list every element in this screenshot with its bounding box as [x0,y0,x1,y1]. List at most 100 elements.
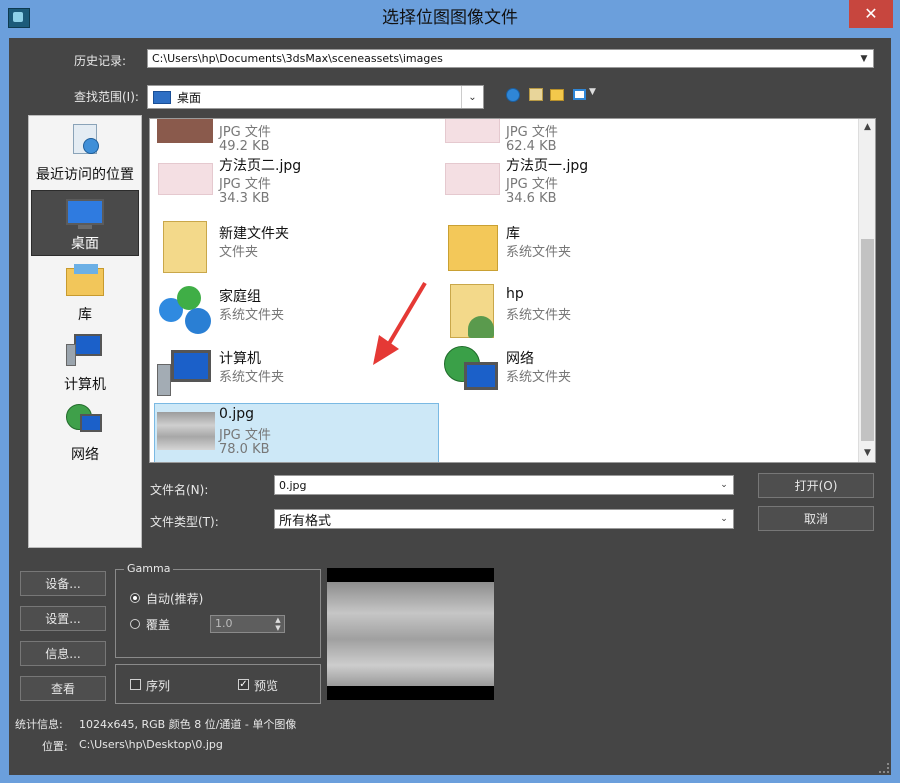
filetype-label: 文件类型(T): [150,515,219,529]
file-name: 方法页一.jpg [506,158,589,174]
options-group: 序列 ✓ 预览 [115,664,321,704]
file-size: 49.2 KB [219,139,270,154]
desktop-small-icon [153,90,171,104]
folder-name: 家庭组 [219,289,261,305]
folder-name: 计算机 [219,351,261,367]
info-button[interactable]: 信息... [20,641,106,666]
dialog-client-area: 历史记录: C:\Users\hp\Documents\3dsMax\scene… [9,38,891,775]
place-label: 计算机 [64,377,106,393]
filename-input[interactable]: 0.jpg ⌄ [274,475,734,495]
place-label: 网络 [71,447,99,463]
filetype-select[interactable]: 所有格式 ⌄ [274,509,734,529]
place-desktop[interactable]: 桌面 [31,190,139,256]
place-label: 桌面 [71,236,99,252]
file-size: 62.4 KB [506,139,557,154]
view-button[interactable]: 查看 [20,676,106,701]
image-thumbnail-icon [445,163,500,195]
dialog-window: 选择位图图像文件 ✕ 历史记录: C:\Users\hp\Documents\3… [0,0,900,783]
location-label: 位置: [42,740,68,753]
file-item[interactable]: 方法页一.jpg JPG 文件 34.6 KB [442,153,727,215]
file-list[interactable]: JPG 文件 49.2 KB JPG 文件 62.4 KB 方法页二.jpg J… [149,118,876,463]
lookin-value-wrap: 桌面 [153,86,201,108]
back-icon[interactable] [506,88,520,102]
history-combo[interactable]: C:\Users\hp\Documents\3dsMax\sceneassets… [147,49,874,68]
file-name: 方法页二.jpg [219,158,302,174]
folder-type: 系统文件夹 [219,308,285,323]
computer-icon [66,334,104,366]
resize-grip-icon[interactable] [879,763,889,773]
preview-image [327,582,494,686]
settings-button[interactable]: 设置... [20,606,106,631]
folder-item[interactable]: 库 系统文件夹 [442,221,727,283]
scroll-thumb[interactable] [861,239,874,441]
places-bar: 最近访问的位置 桌面 库 计算机 网络 [28,115,142,548]
filename-label: 文件名(N): [150,483,209,497]
folder-item[interactable]: 网络 系统文件夹 [442,346,727,408]
sequence-label: 序列 [146,679,171,693]
new-folder-icon[interactable] [550,89,564,101]
image-thumbnail-icon [158,163,213,195]
up-folder-icon[interactable] [529,88,543,101]
folder-type: 系统文件夹 [506,370,572,385]
place-network[interactable]: 网络 [31,400,139,466]
gamma-auto-radio[interactable] [130,593,140,603]
spinner-arrows-icon[interactable]: ▲ ▼ [273,616,283,632]
file-type: JPG 文件 [219,177,271,192]
gamma-override-label: 覆盖 [146,618,171,632]
chevron-down-icon: ⌄ [720,480,728,490]
chevron-down-icon: ⌄ [720,514,728,524]
close-button[interactable]: ✕ [849,0,893,28]
cancel-button[interactable]: 取消 [758,506,874,531]
gamma-override-value: 1.0 [215,617,233,630]
gamma-group: Gamma 自动(推荐) 覆盖 1.0 ▲ ▼ [115,562,321,658]
filetype-value: 所有格式 [279,513,332,529]
lookin-value: 桌面 [177,90,202,105]
file-size: 34.6 KB [506,191,557,206]
library-icon [66,264,104,296]
open-button[interactable]: 打开(O) [758,473,874,498]
gamma-override-spinner[interactable]: 1.0 ▲ ▼ [210,615,285,633]
chevron-down-icon: ⌄ [461,86,483,108]
place-recent[interactable]: 最近访问的位置 [31,120,139,186]
lookin-combo[interactable]: 桌面 ⌄ [147,85,484,109]
gamma-override-radio[interactable] [130,619,140,629]
place-library[interactable]: 库 [31,260,139,326]
sequence-checkbox[interactable] [130,679,141,690]
file-item-selected[interactable]: 0.jpg JPG 文件 78.0 KB [154,403,439,462]
homegroup-icon [159,286,213,336]
image-thumbnail-icon [445,119,500,143]
file-list-scrollbar[interactable]: ▲ ▼ [858,119,875,462]
stats-value: 1024x645, RGB 颜色 8 位/通道 - 单个图像 [79,718,297,731]
folder-icon [163,221,207,273]
view-menu-chevron-icon[interactable]: ▼ [589,87,596,97]
location-value: C:\Users\hp\Desktop\0.jpg [79,738,223,751]
image-thumbnail-icon [157,119,213,143]
scroll-up-icon[interactable]: ▲ [859,119,875,136]
file-size: 34.3 KB [219,191,270,206]
file-type: JPG 文件 [506,177,558,192]
folder-item[interactable]: hp 系统文件夹 [442,284,727,346]
place-computer[interactable]: 计算机 [31,330,139,396]
network-icon [66,404,104,436]
history-value: C:\Users\hp\Documents\3dsMax\sceneassets… [152,52,443,65]
computer-icon [157,350,213,396]
dialog-title: 选择位图图像文件 [382,8,518,28]
lookin-label: 查找范围(I): [74,90,139,104]
user-avatar-icon [468,316,494,338]
place-label: 库 [78,307,92,323]
title-bar: 选择位图图像文件 ✕ [0,0,900,36]
library-icon [448,225,498,271]
file-size: 78.0 KB [219,442,270,457]
scroll-down-icon[interactable]: ▼ [859,445,875,462]
device-button[interactable]: 设备... [20,571,106,596]
file-name: 0.jpg [219,406,255,422]
image-thumbnail-icon [157,412,215,450]
folder-item[interactable]: 新建文件夹 文件夹 [155,221,440,283]
red-arrow-annotation [373,281,427,365]
view-menu-icon[interactable] [573,89,586,100]
folder-name: hp [506,286,524,302]
preview-label: 预览 [254,679,279,693]
file-item[interactable]: 方法页二.jpg JPG 文件 34.3 KB [155,153,440,215]
preview-checkbox[interactable]: ✓ [238,679,249,690]
network-icon [444,346,500,398]
